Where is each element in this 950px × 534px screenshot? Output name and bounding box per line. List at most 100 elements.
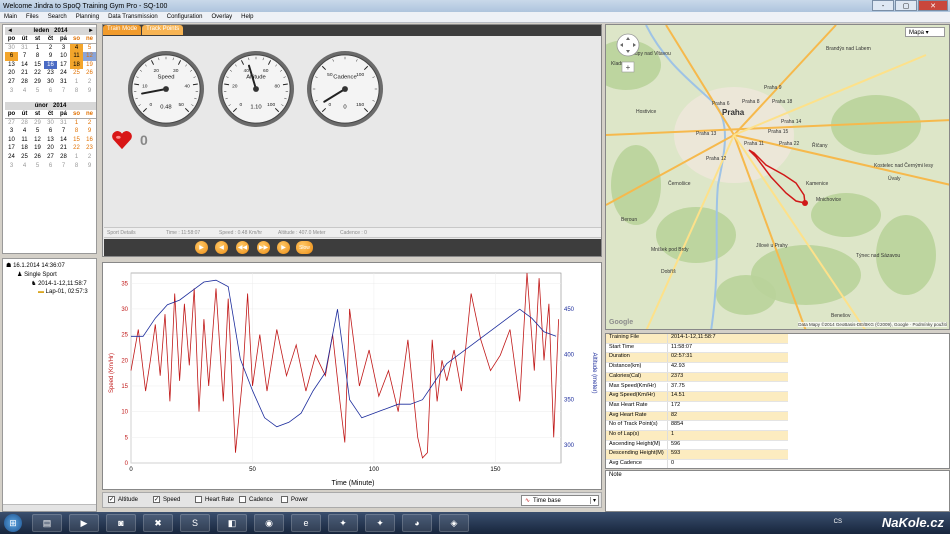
map-pan-control[interactable] — [616, 33, 640, 57]
menu-configuration[interactable]: Configuration — [167, 14, 203, 20]
tree-sport[interactable]: ♟ Single Sport — [17, 271, 57, 278]
calendar-day[interactable]: 12 — [31, 136, 44, 145]
calendar-day[interactable]: 22 — [31, 69, 44, 78]
tree-lap[interactable]: ▬ Lap-01, 02:57:3 — [38, 289, 88, 295]
calendar-day[interactable]: 28 — [18, 78, 31, 87]
horizontal-scrollbar[interactable] — [3, 504, 96, 511]
calendar-day[interactable]: 13 — [44, 136, 57, 145]
menu-help[interactable]: Help — [241, 14, 253, 20]
calendar-day[interactable]: 24 — [57, 69, 70, 78]
menu-data-transmission[interactable]: Data Transmission — [108, 14, 158, 20]
calendar-day[interactable]: 30 — [5, 44, 18, 53]
heart-rate-checkbox[interactable] — [195, 496, 202, 503]
fast-forward-button[interactable]: ▶▶ — [257, 241, 270, 254]
calendar-day[interactable]: 24 — [5, 153, 18, 162]
calendar-day[interactable]: 4 — [70, 43, 83, 53]
option-cadence[interactable]: Cadence — [239, 496, 273, 503]
calendar-day[interactable]: 9 — [83, 162, 96, 171]
calendar-day[interactable]: 6 — [5, 52, 18, 61]
route-map[interactable]: Praha Praha 8 Praha 18 Praha 6 Praha 9 Praha … — [605, 24, 950, 330]
close-button[interactable]: ✕ — [918, 0, 948, 11]
calendar-day[interactable]: 31 — [57, 119, 70, 128]
calendar-day[interactable]: 12 — [83, 52, 96, 61]
visual-studio-icon[interactable]: ◈ — [439, 514, 469, 532]
tree-root[interactable]: ☗ 16.1.2014 14:36:07 — [6, 262, 65, 269]
calendar-day[interactable]: 28 — [57, 153, 70, 162]
tree-session[interactable]: ♞ 2014-1-12,11:58:7 — [31, 280, 87, 287]
step-back-button[interactable]: ◀ — [215, 241, 228, 254]
map-type-select[interactable]: Mapa ▾ — [905, 27, 945, 37]
firefox-icon[interactable]: ◉ — [254, 514, 284, 532]
maximize-button[interactable]: ▢ — [895, 0, 917, 11]
step-forward-button[interactable]: ▶ — [277, 241, 290, 254]
calendar-day[interactable]: 23 — [83, 144, 96, 153]
language-indicator[interactable]: CS — [834, 519, 842, 525]
calendar-day[interactable]: 30 — [44, 119, 57, 128]
calendar-day[interactable]: 27 — [5, 78, 18, 87]
play-button[interactable]: ▶ — [195, 241, 208, 254]
calendar-day[interactable]: 7 — [57, 127, 70, 136]
calendar-day[interactable]: 15 — [31, 61, 44, 70]
calendar-day[interactable]: 8 — [31, 52, 44, 61]
calendar-day[interactable]: 31 — [18, 44, 31, 53]
calendar-day[interactable]: 6 — [44, 87, 57, 96]
calendar-day[interactable]: 9 — [83, 127, 96, 136]
calendar-day[interactable]: 4 — [18, 162, 31, 171]
calendar-day[interactable]: 2 — [83, 119, 96, 128]
note-area[interactable]: Note — [605, 470, 950, 512]
calendar-day[interactable]: 4 — [18, 127, 31, 136]
rewind-button[interactable]: ◀◀ — [236, 241, 249, 254]
calendar-day[interactable]: 15 — [70, 136, 83, 145]
calendar-day[interactable]: 23 — [44, 69, 57, 78]
calendar-day[interactable]: 6 — [44, 127, 57, 136]
calendar-day[interactable]: 21 — [57, 144, 70, 153]
calendar-day[interactable]: 8 — [70, 127, 83, 136]
speed-checkbox[interactable]: ✓ — [153, 496, 160, 503]
calendar-day[interactable]: 2 — [44, 44, 57, 53]
calendar-day[interactable]: 10 — [57, 52, 70, 61]
calendar-day[interactable]: 26 — [83, 69, 96, 78]
calendar-day[interactable]: 3 — [57, 44, 70, 53]
calendar-day[interactable]: 10 — [5, 136, 18, 145]
calendar-day[interactable]: 1 — [70, 78, 83, 87]
calendar-day[interactable]: 25 — [18, 153, 31, 162]
option-heart-rate[interactable]: Heart Rate — [195, 496, 234, 503]
app-icon[interactable]: ◙ — [106, 514, 136, 532]
calendar-day[interactable]: 5 — [83, 44, 96, 53]
calendar-day[interactable]: 20 — [44, 144, 57, 153]
calendar-day[interactable]: 14 — [57, 136, 70, 145]
calendar-day[interactable]: 30 — [44, 78, 57, 87]
app-icon[interactable]: ✖ — [143, 514, 173, 532]
calendar-day[interactable]: 1 — [31, 44, 44, 53]
calendar-day[interactable]: 27 — [44, 153, 57, 162]
calendar-day[interactable]: 6 — [44, 162, 57, 171]
calendar-day[interactable]: 29 — [31, 78, 44, 87]
calendar-day[interactable]: 22 — [70, 144, 83, 153]
calendar-day[interactable]: 9 — [44, 52, 57, 61]
menu-planning[interactable]: Planning — [76, 14, 99, 20]
calendar-day[interactable]: 31 — [57, 78, 70, 87]
calendar-day[interactable]: 3 — [5, 87, 18, 96]
minimize-button[interactable]: - — [872, 0, 894, 11]
calendar-day[interactable]: 26 — [31, 153, 44, 162]
calendar-day[interactable]: 1 — [70, 119, 83, 128]
menu-files[interactable]: Files — [26, 14, 39, 20]
calendar-day[interactable]: 8 — [70, 162, 83, 171]
calendar-day[interactable]: 14 — [18, 61, 31, 70]
altitude-checkbox[interactable]: ✓ — [108, 496, 115, 503]
menu-main[interactable]: Main — [4, 14, 17, 20]
power-checkbox[interactable] — [281, 496, 288, 503]
calendar-day[interactable]: 13 — [5, 61, 18, 70]
menu-search[interactable]: Search — [48, 14, 67, 20]
calendar-day[interactable]: 18 — [70, 60, 83, 70]
calendar-day[interactable]: 1 — [70, 153, 83, 162]
calendar-day[interactable]: 25 — [70, 69, 83, 78]
calendar-day[interactable]: 17 — [5, 144, 18, 153]
skype-icon[interactable]: S — [180, 514, 210, 532]
calendar-day[interactable]: 3 — [5, 127, 18, 136]
calendar-day[interactable]: 21 — [18, 69, 31, 78]
calendar-day[interactable]: 17 — [57, 61, 70, 70]
tab-track-points[interactable]: Track Points — [142, 25, 184, 35]
ie-icon[interactable]: e — [291, 514, 321, 532]
calendar-day[interactable]: 4 — [18, 87, 31, 96]
